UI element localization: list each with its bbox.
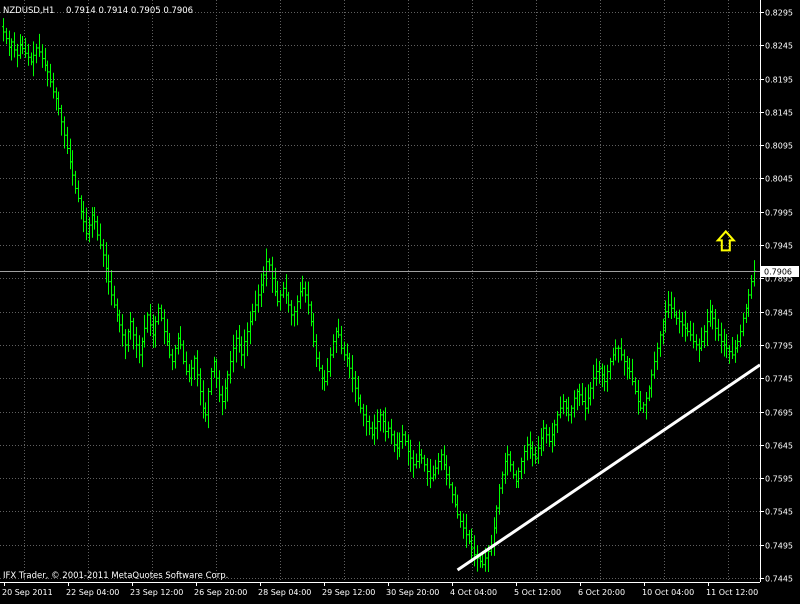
time-tick-label: 23 Sep 12:00	[130, 588, 183, 597]
current-price-marker: 0.7906	[761, 266, 799, 277]
price-tick-label: 0.7695	[765, 409, 793, 418]
time-tick-label: 26 Sep 20:00	[194, 588, 247, 597]
copyright-label: IFX Trader, © 2001-2011 MetaQuotes Softw…	[3, 571, 228, 581]
chart-window[interactable]: 0.8295 0.8245 0.8195 0.8145 0.8095 0.8045 0.79…	[0, 0, 800, 600]
price-tick-label: 0.7495	[765, 542, 793, 551]
price-tick-label: 0.7845	[765, 309, 793, 318]
time-tick-label: 30 Sep 20:00	[386, 588, 439, 597]
time-tick-label: 4 Oct 04:00	[450, 588, 497, 597]
price-chart[interactable]: 0.8295 0.8245 0.8195 0.8145 0.8095 0.8045 0.79…	[0, 0, 800, 600]
price-tick-label: 0.8245	[765, 42, 793, 51]
time-tick-label: 11 Oct 12:00	[706, 588, 758, 597]
price-tick-label: 0.8095	[765, 142, 793, 151]
price-tick-label: 0.7595	[765, 475, 793, 484]
current-price-label: 0.7906	[764, 268, 792, 277]
price-tick-label: 0.7545	[765, 508, 793, 517]
price-tick-label: 0.7995	[765, 209, 793, 218]
price-tick-label: 0.8145	[765, 109, 793, 118]
time-tick-label: 22 Sep 04:00	[66, 588, 119, 597]
price-tick-label: 0.7945	[765, 242, 793, 251]
chart-background	[0, 0, 800, 600]
price-tick-label: 0.8295	[765, 9, 793, 18]
price-tick-label: 0.7795	[765, 342, 793, 351]
price-tick-label: 0.8045	[765, 175, 793, 184]
price-tick-label: 0.7645	[765, 442, 793, 451]
chart-header-symbol: NZDUSD,H1	[3, 6, 54, 16]
time-tick-label: 29 Sep 12:00	[322, 588, 375, 597]
time-tick-label: 28 Sep 04:00	[258, 588, 311, 597]
chart-header-ohlc: 0.7914 0.7914 0.7905 0.7906	[66, 6, 193, 16]
time-tick-label: 6 Oct 20:00	[578, 588, 625, 597]
price-tick-label: 0.7445	[765, 575, 793, 584]
price-tick-label: 0.8195	[765, 76, 793, 85]
price-tick-label: 0.7745	[765, 375, 793, 384]
time-tick-label: 5 Oct 12:00	[514, 588, 561, 597]
time-tick-label: 20 Sep 2011	[2, 588, 53, 597]
time-tick-label: 10 Oct 04:00	[642, 588, 694, 597]
